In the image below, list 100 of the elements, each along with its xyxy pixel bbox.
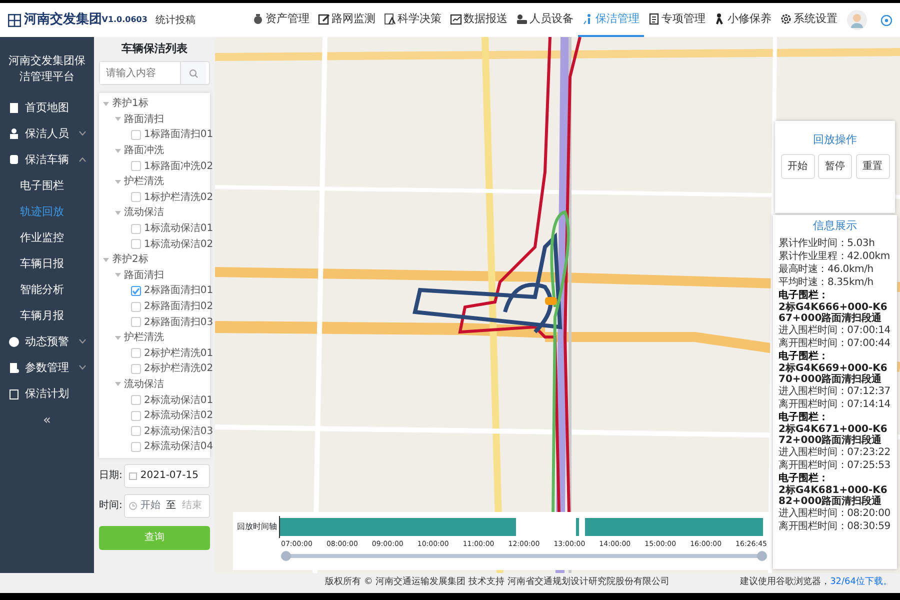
tree-node[interactable]: 2标流动保洁04 xyxy=(99,439,210,455)
info-text: 平均时速：8.35km/h xyxy=(778,276,874,289)
tree-node[interactable]: 护栏清洗 xyxy=(99,330,210,346)
caret-down-icon xyxy=(115,117,121,122)
playback-button[interactable]: 开始 xyxy=(780,154,814,179)
person-icon xyxy=(8,128,20,140)
checkbox[interactable] xyxy=(131,395,141,406)
tree-node[interactable]: 2标护栏清洗01 xyxy=(99,346,210,362)
worker-icon xyxy=(714,13,726,25)
sidebar-subitem[interactable]: 车辆月报 xyxy=(0,302,94,329)
settings-icon xyxy=(780,13,792,25)
tree-node[interactable]: 1标流动保洁02 xyxy=(99,236,210,252)
help-icon[interactable] xyxy=(881,14,892,26)
fence-heading: 电子围栏： xyxy=(778,411,830,424)
edit-icon xyxy=(318,13,330,25)
info-text: 最高时速：46.0km/h xyxy=(778,263,874,276)
nav-tab[interactable]: 科学决策 xyxy=(380,3,446,37)
tree-node[interactable]: 路面清扫 xyxy=(99,268,210,284)
checkbox[interactable] xyxy=(131,130,141,140)
check-icon xyxy=(132,286,140,295)
checkbox[interactable] xyxy=(131,442,141,452)
card-title: 回放操作 xyxy=(812,132,858,148)
sidebar-item[interactable]: 参数管理 xyxy=(0,354,94,381)
tree-node[interactable]: 路面冲洗 xyxy=(99,142,210,158)
slider-handle[interactable] xyxy=(281,550,291,560)
checkbox[interactable] xyxy=(131,302,141,312)
tree-node[interactable]: 养护2标 xyxy=(99,252,210,268)
time-range-field[interactable]: 开始 至 结束 xyxy=(124,494,210,518)
nav-tab[interactable]: 数据报送 xyxy=(446,3,512,37)
checkbox[interactable] xyxy=(131,239,141,250)
slider-handle[interactable] xyxy=(757,550,767,560)
checkbox[interactable] xyxy=(131,426,141,436)
checkbox[interactable] xyxy=(131,192,141,202)
checkbox[interactable] xyxy=(131,224,141,234)
download-link[interactable]: 32/64位下载。 xyxy=(830,576,892,590)
info-text: 离开围栏时间：07:25:53 xyxy=(778,459,892,472)
search-field[interactable]: 请输入内容 xyxy=(99,61,210,85)
caret-down-icon xyxy=(115,180,121,184)
checkbox[interactable] xyxy=(131,348,141,358)
caret-down-icon xyxy=(103,102,109,106)
playback-button[interactable]: 暂停 xyxy=(818,154,852,179)
sidebar-item[interactable]: 保洁人员 xyxy=(0,120,94,147)
tree-node[interactable]: 1标护栏清洗02 xyxy=(99,190,210,206)
info-text: 进入围栏时间：07:23:22 xyxy=(778,446,892,459)
nav-tab-label: 数据报送 xyxy=(464,10,508,27)
nav-tab[interactable]: 系统设置 xyxy=(776,3,842,37)
sidebar-subitem[interactable]: 智能分析 xyxy=(0,276,94,303)
sidebar-item[interactable]: 保洁计划 xyxy=(0,380,94,407)
subtitle-text[interactable]: 统计投稿 xyxy=(155,12,196,28)
sidebar-subitem[interactable]: 作业监控 xyxy=(0,224,94,251)
collapse-button[interactable]: « xyxy=(42,410,52,432)
fence-heading: 电子围栏： xyxy=(778,472,830,484)
tree-node[interactable]: 路面清扫 xyxy=(99,112,210,128)
nav-tab-label: 路网监测 xyxy=(332,10,376,27)
checkbox[interactable] xyxy=(131,364,141,374)
tree-node[interactable]: 1标路面清扫01 xyxy=(99,127,210,143)
sidebar-item[interactable]: 动态预警 xyxy=(0,328,94,355)
info-text: 进入围栏时间：08:20:00 xyxy=(778,507,892,520)
fence-code: 2标G4K681+000-K682+000路面清扫段通 xyxy=(778,485,888,507)
tree-node[interactable]: 2标流动保洁01 xyxy=(99,392,210,408)
sidebar-subitem[interactable]: 车辆日报 xyxy=(0,250,94,277)
caret-down-icon xyxy=(115,382,121,386)
tree-node[interactable]: 2标流动保洁03 xyxy=(99,423,210,440)
fence-code: 2标G4K666+000-K667+000路面清扫段通 xyxy=(778,302,888,324)
nav-tab-label: 科学决策 xyxy=(398,10,442,27)
nav-tab[interactable]: 路网监测 xyxy=(314,3,380,37)
tree-node[interactable]: 流动保洁 xyxy=(99,205,210,221)
slider-track[interactable] xyxy=(281,550,767,560)
tree-node[interactable]: 护栏清洗 xyxy=(99,174,210,190)
tree-node[interactable]: 养护1标 xyxy=(99,96,210,112)
copyright-text: 版权所有 © 河南交通运输发展集团 技术支持 河南省交通规划设计研究院股份有限公司 xyxy=(325,576,670,590)
tree-node[interactable]: 1标路面冲洗02 xyxy=(99,158,210,174)
fence-heading: 电子围栏： xyxy=(778,350,830,362)
sidebar-item[interactable]: 首页地图 xyxy=(0,94,94,121)
tree-node[interactable]: 2标路面清扫02 xyxy=(99,298,210,314)
nav-tab[interactable]: 人员设备 xyxy=(512,3,578,37)
nav-tab[interactable]: 小修保养 xyxy=(710,3,776,37)
fence-code: 2标G4K671+000-K672+000路面清扫段通 xyxy=(778,424,888,446)
checkbox[interactable] xyxy=(131,161,141,172)
clock-icon xyxy=(129,502,138,510)
tree-node[interactable]: 1标流动保洁01 xyxy=(99,220,210,236)
date-field[interactable]: 2021-07-15 xyxy=(124,464,210,488)
tree-node[interactable]: 2标路面清扫03 xyxy=(99,314,210,330)
info-text: 离开围栏时间：08:30:59 xyxy=(778,520,892,533)
playback-button[interactable]: 重置 xyxy=(856,154,890,179)
avatar-icon[interactable] xyxy=(847,10,867,30)
checkbox[interactable] xyxy=(131,410,141,421)
nav-tab[interactable]: 专项管理 xyxy=(644,3,710,37)
tree-node[interactable]: 2标护栏清洗02 xyxy=(99,361,210,377)
sidebar-subitem[interactable]: 电子围栏 xyxy=(0,172,94,199)
search-button[interactable] xyxy=(180,62,206,84)
tree-node[interactable]: 流动保洁 xyxy=(99,376,210,392)
nav-tab[interactable]: 资产管理 xyxy=(248,3,314,37)
checkbox[interactable] xyxy=(131,286,141,296)
browser-note: 建议使用谷歌浏览器， xyxy=(740,576,830,590)
sidebar-item[interactable]: 保洁车辆 xyxy=(0,146,94,173)
tree-node[interactable]: 2标路面清扫01 xyxy=(99,283,210,299)
checkbox[interactable] xyxy=(131,317,141,328)
tree-node[interactable]: 2标流动保洁02 xyxy=(99,408,210,424)
sidebar-subitem[interactable]: 轨迹回放 xyxy=(0,198,94,225)
